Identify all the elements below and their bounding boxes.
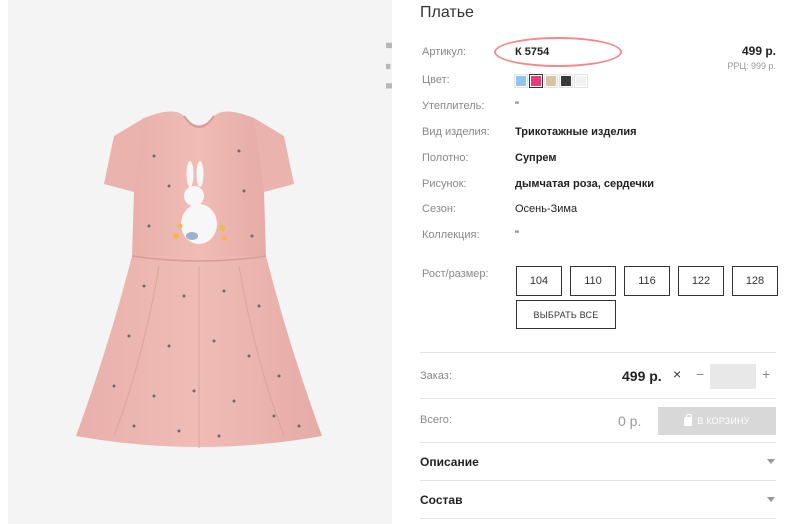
collection-label: Коллекция: [422,229,480,241]
accordion-composition-label[interactable]: Состав [420,493,462,507]
insulation-label: Утеплитель: [422,100,485,112]
quantity-input[interactable] [710,364,756,389]
fabric-label: Полотно: [422,152,469,164]
shopping-bag-icon [684,413,693,426]
item-type-value: Трикотажные изделия [515,126,637,138]
size-options: 104 110 116 122 128 [516,266,778,296]
size-button-110[interactable]: 110 [570,266,616,296]
product-price: 499 р. [741,44,776,58]
color-swatches [515,75,587,87]
brand-logo-text: crockid [382,40,392,160]
brand-logo: crockid [346,18,392,168]
product-rrc-price: РРЦ: 999 р. [727,61,776,71]
size-button-116[interactable]: 116 [624,266,670,296]
product-title: Платье [420,4,474,21]
pattern-value: дымчатая роза, сердечки [515,178,655,190]
divider [420,480,776,481]
fabric-value: Супрем [515,152,557,164]
divider [420,398,776,399]
collection-value: " [515,229,519,241]
select-all-sizes-button[interactable]: ВЫБРАТЬ ВСЕ [516,300,616,329]
article-highlight-oval [494,37,622,67]
size-label: Рост/размер: [422,268,489,280]
chevron-down-icon[interactable] [767,497,775,502]
season-label: Сезон: [422,203,456,215]
pattern-label: Рисунок: [422,178,467,190]
size-button-104[interactable]: 104 [516,266,562,296]
season-value: Осень-Зима [515,203,578,215]
color-swatch-light-blue[interactable] [515,75,527,87]
color-swatch-beige[interactable] [545,75,557,87]
add-to-cart-label: В КОРЗИНУ [697,416,750,426]
chevron-down-icon[interactable] [767,459,775,464]
total-label: Всего: [420,414,452,426]
order-label: Заказ: [420,370,452,382]
decrease-quantity-button[interactable]: − [696,366,704,382]
add-to-cart-button[interactable]: В КОРЗИНУ [658,407,776,435]
order-price: 499 р. [622,368,662,384]
item-type-label: Вид изделия: [422,126,490,138]
size-button-122[interactable]: 122 [678,266,724,296]
accordion-description-label[interactable]: Описание [420,455,479,469]
insulation-value: " [515,100,519,112]
product-photo-dress [76,111,322,448]
total-value: 0 р. [618,413,642,429]
article-label: Артикул: [422,46,467,58]
divider [420,442,776,443]
divider [420,352,776,353]
increase-quantity-button[interactable]: + [762,366,770,382]
color-swatch-white[interactable] [575,75,587,87]
multiply-icon: × [673,366,682,382]
product-image-panel: crockid [8,0,392,524]
color-swatch-dark-grey[interactable] [560,75,572,87]
color-swatch-pink[interactable] [530,75,542,87]
size-button-128[interactable]: 128 [732,266,778,296]
color-label: Цвет: [422,74,450,86]
divider [420,518,776,519]
